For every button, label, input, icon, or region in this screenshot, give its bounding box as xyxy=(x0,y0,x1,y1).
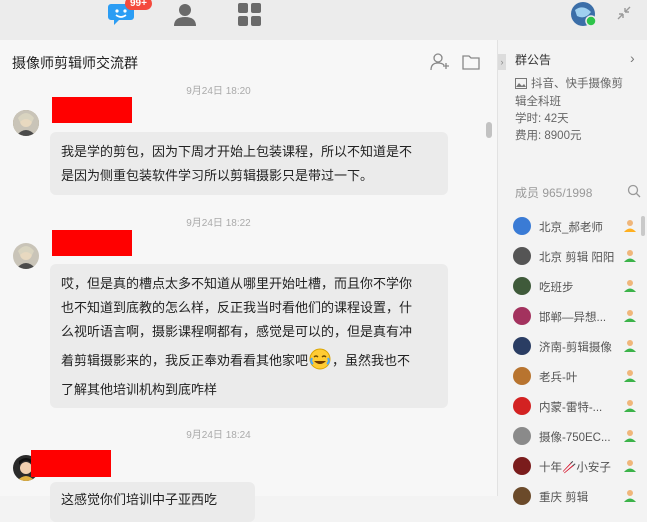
top-toolbar: 99+ xyxy=(0,0,647,40)
member-name: 北京_郝老师 xyxy=(539,222,603,234)
member-name: 吃班步 xyxy=(539,282,574,294)
message-bubble: 我是学的剪包，因为下周才开始上包装课程，所以不知道是不 是因为侧重包装软件学习所… xyxy=(50,132,448,195)
contacts-icon[interactable] xyxy=(172,2,200,28)
member-name: 邯郸—异想... xyxy=(539,312,607,324)
member-name: 内蒙-雷特-... xyxy=(539,402,603,414)
member-item[interactable]: 北京 剪辑 阳阳 xyxy=(513,245,643,267)
member-role-icon xyxy=(623,218,637,237)
message-timestamp: 9月24日 18:20 xyxy=(186,86,251,97)
member-role-icon xyxy=(623,338,637,357)
members-scrollbar[interactable] xyxy=(641,216,645,236)
member-name: 北京 剪辑 阳阳 xyxy=(539,252,615,264)
member-name: 老兵-叶 xyxy=(539,372,578,384)
message-line: 我是学的剪包，因为下周才开始上包装课程，所以不知道是不 xyxy=(61,144,413,159)
member-item[interactable]: 老兵-叶 xyxy=(513,365,643,387)
member-name: 摄像-750EC... xyxy=(539,432,611,444)
apps-grid-icon[interactable] xyxy=(237,2,265,28)
search-icon[interactable] xyxy=(627,184,641,203)
message-timestamp: 9月24日 18:22 xyxy=(186,218,251,229)
member-avatar xyxy=(513,337,531,355)
announcement-line: 学时: 42天 xyxy=(515,113,569,125)
member-item[interactable]: 摄像-750EC... xyxy=(513,425,643,447)
image-icon xyxy=(515,76,527,94)
user-avatar-icon[interactable] xyxy=(570,2,598,28)
message-line: 这感觉你们培训中子亚西吃 xyxy=(61,492,218,507)
redacted-name xyxy=(52,230,132,256)
message-line: 也不知道到底教的怎么样，反正我当时看他们的课程设置，什 xyxy=(61,300,413,315)
member-name: 济南-剪辑摄像 xyxy=(539,342,612,354)
crying-laughing-emoji-icon xyxy=(309,348,331,378)
member-role-icon xyxy=(623,488,637,507)
member-item[interactable]: 邯郸—异想... xyxy=(513,305,643,327)
announcement-line: 抖音、快手摄像剪 xyxy=(531,78,623,90)
members-count: 成员 965/1998 xyxy=(515,186,593,200)
member-item[interactable]: 十年🥢小安子 xyxy=(513,455,643,477)
member-avatar xyxy=(513,457,531,475)
member-avatar xyxy=(513,307,531,325)
member-role-icon xyxy=(623,398,637,417)
shrink-window-icon[interactable] xyxy=(616,5,644,31)
member-item[interactable]: 内蒙-雷特-... xyxy=(513,395,643,417)
chat-header: 摄像师剪辑师交流群 xyxy=(0,40,497,84)
chevron-right-icon[interactable]: › xyxy=(630,50,635,66)
redacted-name xyxy=(31,450,111,477)
folder-icon[interactable] xyxy=(462,54,480,75)
message-line: 哎，但是真的槽点太多不知道从哪里开始吐槽，而且你不学你 xyxy=(61,276,413,291)
message-line: 着剪辑摄影来的，我反正奉劝看看其他家吧 ，虽然我也不 xyxy=(61,348,438,378)
group-title: 摄像师剪辑师交流群 xyxy=(12,55,138,71)
chat-panel: 摄像师剪辑师交流群 9月24日 18:20 我是学的剪包，因为下周才开始上包装课… xyxy=(0,40,497,522)
message-line: 了解其他培训机构到底咋样 xyxy=(61,382,218,397)
announcement-title[interactable]: 群公告 xyxy=(515,51,551,68)
member-avatar xyxy=(513,397,531,415)
member-item[interactable]: 济南-剪辑摄像 xyxy=(513,335,643,357)
redacted-name xyxy=(52,97,132,123)
add-member-icon[interactable] xyxy=(430,53,450,76)
message-text: ，虽然我也不 xyxy=(332,353,411,368)
collapse-sidebar-button[interactable]: › xyxy=(498,54,506,70)
member-role-icon xyxy=(623,248,637,267)
member-role-icon xyxy=(623,308,637,327)
message-line: 是因为侧重包装软件学习所以剪辑摄影只是带过一下。 xyxy=(61,168,374,183)
member-avatar xyxy=(513,217,531,235)
sender-avatar[interactable] xyxy=(13,243,39,269)
member-avatar xyxy=(513,367,531,385)
message-bubble: 这感觉你们培训中子亚西吃 xyxy=(50,482,255,522)
message-bubble: 哎，但是真的槽点太多不知道从哪里开始吐槽，而且你不学你 也不知道到底教的怎么样，… xyxy=(50,264,448,408)
member-avatar xyxy=(513,277,531,295)
announcement-line: 辑全科班 xyxy=(515,96,561,108)
announcement-line: 费用: 8900元 xyxy=(515,130,582,142)
message-line: 么视听语言啊，摄影课程啊都有，感觉是可以的，但是真有冲 xyxy=(61,324,413,339)
message-text: 着剪辑摄影来的，我反正奉劝看看其他家吧 xyxy=(61,353,309,368)
member-item[interactable]: 北京_郝老师 xyxy=(513,215,643,237)
member-name: 十年🥢小安子 xyxy=(539,462,611,474)
unread-badge: 99+ xyxy=(125,0,152,10)
member-avatar xyxy=(513,487,531,505)
chat-scrollbar[interactable] xyxy=(486,122,492,138)
sender-avatar[interactable] xyxy=(13,110,39,136)
group-sidebar: › 群公告 › 抖音、快手摄像剪 辑全科班 学时: 42天 费用: 8900元 … xyxy=(497,40,647,505)
member-role-icon xyxy=(623,278,637,297)
member-role-icon xyxy=(623,368,637,387)
message-timestamp: 9月24日 18:24 xyxy=(186,430,251,441)
member-item[interactable]: 重庆 剪辑 xyxy=(513,485,643,507)
member-avatar xyxy=(513,247,531,265)
member-item[interactable]: 吃班步 xyxy=(513,275,643,297)
member-role-icon xyxy=(623,458,637,477)
member-name: 重庆 剪辑 xyxy=(539,492,589,504)
member-avatar xyxy=(513,427,531,445)
member-role-icon xyxy=(623,428,637,447)
